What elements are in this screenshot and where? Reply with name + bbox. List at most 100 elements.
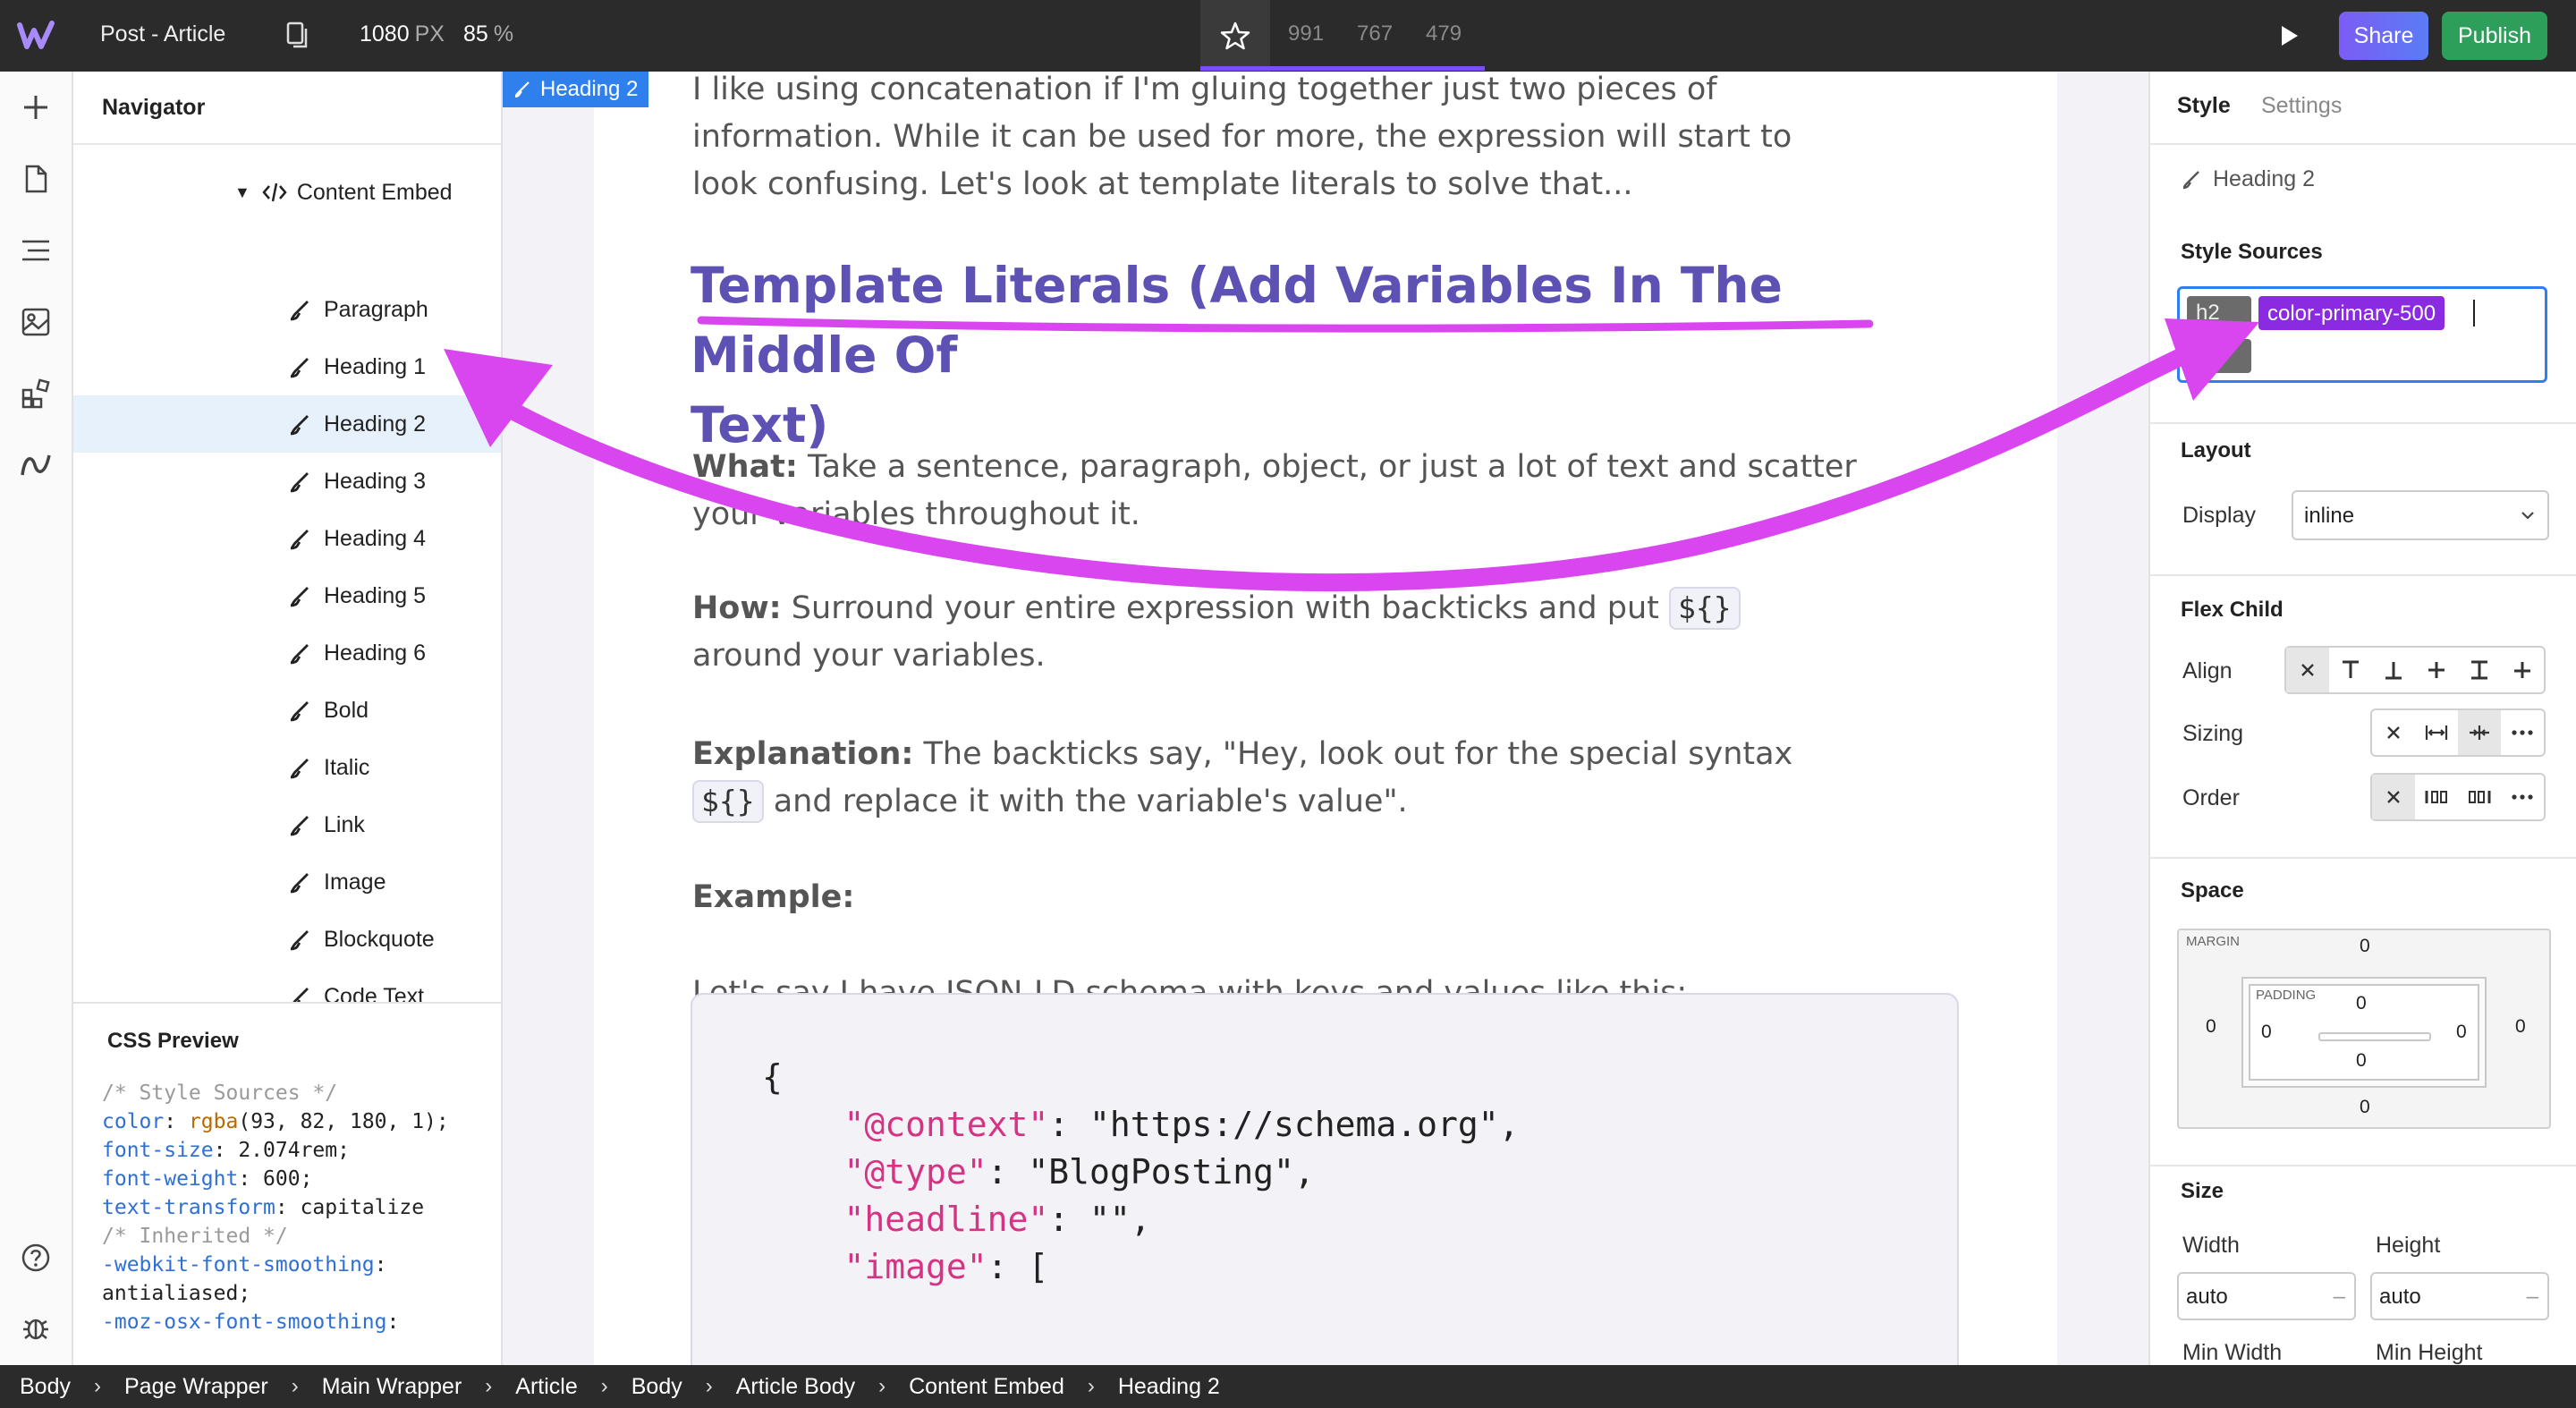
selection-badge[interactable]: Heading 2 (503, 72, 649, 107)
align-auto-button[interactable] (2286, 648, 2329, 692)
style-sources-input[interactable]: h2 color-primary-500 (2177, 286, 2547, 383)
padding-caption: PADDING (2256, 988, 2317, 1003)
chevron-right-icon: › (1087, 1374, 1095, 1398)
paragraph[interactable]: I like using concatenation if I'm gluing… (692, 66, 1792, 208)
navigator-title: Navigator (102, 95, 206, 120)
assets-icon[interactable] (18, 304, 54, 340)
what-paragraph[interactable]: What: Take a sentence, paragraph, object… (692, 444, 1857, 539)
breadcrumb-item[interactable]: Body (20, 1374, 71, 1400)
sizing-shrink-button[interactable] (2458, 710, 2501, 755)
margin-right-value[interactable]: 0 (2515, 1016, 2526, 1038)
tree-item-heading-4[interactable]: Heading 4 (73, 510, 501, 567)
display-select[interactable]: inline (2292, 490, 2549, 540)
align-center-button[interactable] (2415, 648, 2458, 692)
tree-item-content-embed[interactable]: ▼ Content Embed (234, 170, 453, 215)
order-last-button[interactable] (2458, 775, 2501, 819)
heading-2[interactable]: Template Literals (Add Variables In The … (691, 250, 1889, 460)
align-start-button[interactable] (2329, 648, 2372, 692)
layout-title: Layout (2181, 438, 2251, 462)
padding-right-value[interactable]: 0 (2456, 1022, 2467, 1043)
tree-item-label: Link (324, 812, 365, 837)
tree-item-image[interactable]: Image (73, 853, 501, 911)
align-top-icon (2343, 660, 2359, 678)
padding-top-value[interactable]: 0 (2356, 993, 2367, 1014)
padding-bottom-value[interactable]: 0 (2356, 1050, 2367, 1072)
style-panel: Style Settings Heading 2 Style Sources h… (2148, 72, 2576, 1365)
help-icon[interactable] (18, 1240, 54, 1276)
how-paragraph[interactable]: How: Surround your entire expression wit… (692, 585, 1741, 680)
components-icon[interactable] (18, 376, 54, 411)
content-box (2318, 1032, 2431, 1041)
order-none-button[interactable] (2372, 775, 2415, 819)
debug-bug-icon[interactable] (18, 1310, 54, 1345)
align-baseline-button[interactable] (2501, 648, 2544, 692)
sizing-none-button[interactable] (2372, 710, 2415, 755)
webflow-logo-icon[interactable] (16, 18, 55, 54)
page-icon[interactable] (18, 161, 54, 197)
padding-left-value[interactable]: 0 (2261, 1022, 2272, 1043)
base-breakpoint-button[interactable] (1200, 0, 1270, 72)
tree-item-blockquote[interactable]: Blockquote (73, 911, 501, 968)
order-first-button[interactable] (2415, 775, 2458, 819)
tree-item-label: Heading 6 (324, 640, 426, 666)
x-icon (2301, 664, 2314, 676)
tree-item-link[interactable]: Link (73, 796, 501, 853)
sizing-more-button[interactable] (2501, 710, 2544, 755)
padding-box: PADDING 0 0 0 0 (2241, 977, 2487, 1088)
breadcrumb-item[interactable]: Content Embed (909, 1374, 1064, 1400)
tree-item-paragraph[interactable]: Paragraph (73, 281, 501, 338)
tree-item-heading-2[interactable]: Heading 2 (73, 395, 501, 453)
chevron-right-icon: › (705, 1374, 713, 1398)
zoom-level[interactable]: 85% (463, 21, 513, 47)
preview-play-icon[interactable] (2272, 20, 2304, 52)
size-title: Size (2181, 1179, 2224, 1203)
tree-item-italic[interactable]: Italic (73, 739, 501, 796)
explanation-paragraph[interactable]: Explanation: The backticks say, "Hey, lo… (692, 731, 1792, 826)
breakpoint-479[interactable]: 479 (1426, 21, 1462, 47)
navigator-icon[interactable] (18, 233, 54, 268)
sizing-grow-button[interactable] (2415, 710, 2458, 755)
breadcrumb-item[interactable]: Main Wrapper (322, 1374, 462, 1400)
breadcrumb-item[interactable]: Heading 2 (1118, 1374, 1220, 1400)
tab-settings[interactable]: Settings (2261, 93, 2342, 119)
tree-item-bold[interactable]: Bold (73, 682, 501, 739)
token-color-primary[interactable]: color-primary-500 (2258, 296, 2445, 330)
tree-item-heading-1[interactable]: Heading 1 (73, 338, 501, 395)
align-stretch-icon (2471, 660, 2487, 680)
chevron-right-icon: › (600, 1374, 608, 1398)
breakpoint-991[interactable]: 991 (1288, 21, 1324, 47)
token-h2[interactable]: h2 (2187, 296, 2251, 330)
tab-style[interactable]: Style (2177, 93, 2231, 119)
explanation-text: The backticks say, "Hey, look out for th… (913, 736, 1793, 772)
interactions-icon[interactable] (18, 447, 54, 483)
tree-item-heading-3[interactable]: Heading 3 (73, 453, 501, 510)
example-heading[interactable]: Example: (692, 874, 854, 921)
margin-top-value[interactable]: 0 (2360, 936, 2370, 957)
code-block[interactable]: { "@context": "https://schema.org", "@ty… (691, 993, 1959, 1404)
align-end-button[interactable] (2372, 648, 2415, 692)
min-height-label: Min Height (2376, 1340, 2483, 1365)
chevron-right-icon: › (878, 1374, 886, 1398)
code-chip: ${} (692, 780, 764, 823)
order-more-button[interactable] (2501, 775, 2544, 819)
margin-left-value[interactable]: 0 (2206, 1016, 2216, 1038)
width-input[interactable]: auto – (2177, 1272, 2356, 1320)
page-title[interactable]: Post - Article (100, 21, 225, 47)
margin-bottom-value[interactable]: 0 (2360, 1097, 2370, 1118)
height-input[interactable]: auto – (2370, 1272, 2549, 1320)
breadcrumb-item[interactable]: Page Wrapper (124, 1374, 268, 1400)
publish-button[interactable]: Publish (2442, 12, 2547, 60)
canvas-width[interactable]: 1080 PX (360, 21, 445, 47)
token-placeholder (2187, 339, 2251, 373)
breakpoint-767[interactable]: 767 (1357, 21, 1393, 47)
breadcrumb-item[interactable]: Body (631, 1374, 682, 1400)
tree-item-heading-6[interactable]: Heading 6 (73, 624, 501, 682)
align-stretch-button[interactable] (2458, 648, 2501, 692)
breadcrumb-item[interactable]: Article Body (736, 1374, 855, 1400)
tree-item-heading-5[interactable]: Heading 5 (73, 567, 501, 624)
breadcrumb-item[interactable]: Article (515, 1374, 577, 1400)
caret-down-icon[interactable]: ▼ (234, 183, 250, 202)
add-icon[interactable] (18, 89, 54, 125)
share-button[interactable]: Share (2339, 12, 2428, 60)
pages-icon[interactable] (283, 20, 313, 50)
